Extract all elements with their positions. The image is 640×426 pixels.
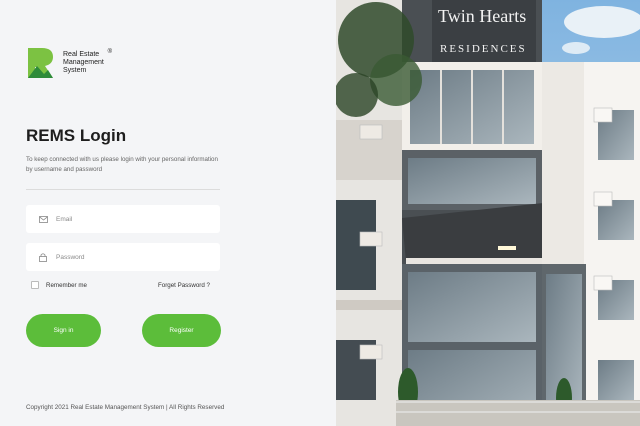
registered-mark: ® (107, 49, 112, 55)
lock-icon (38, 252, 48, 262)
divider (26, 189, 220, 190)
login-subtitle: To keep connected with us please login w… (26, 156, 218, 173)
residence-illustration: Twin Hearts RESIDENCES (336, 0, 640, 426)
email-input[interactable] (56, 215, 206, 223)
hero-sign-line-2: RESIDENCES (440, 43, 527, 55)
remember-label: Remember me (46, 281, 87, 289)
sign-in-button[interactable]: Sign in (26, 314, 101, 347)
page-title: REMS Login (26, 126, 127, 145)
brand-line-2: Management (63, 59, 104, 66)
password-field[interactable] (26, 243, 220, 271)
forgot-password-link[interactable]: Forget Password ? (158, 282, 210, 289)
brand-line-1: Real Estate (63, 51, 100, 58)
hero-sign-line-1: Twin Hearts (438, 6, 526, 26)
register-button[interactable]: Register (142, 314, 221, 347)
email-field[interactable] (26, 205, 220, 233)
brand-name: Real Estate Management System ® (63, 49, 112, 75)
remember-checkbox[interactable] (31, 281, 39, 289)
remember-me[interactable]: Remember me (31, 281, 87, 289)
password-input[interactable] (56, 253, 206, 261)
brand-line-3: System (63, 67, 87, 74)
rems-logo-icon (28, 48, 53, 78)
building-hero-image: Twin Hearts RESIDENCES (336, 0, 640, 426)
copyright: Copyright 2021 Real Estate Management Sy… (26, 404, 225, 411)
brand: Real Estate Management System ® (26, 46, 112, 80)
login-panel: Real Estate Management System ® REMS Log… (0, 0, 336, 426)
envelope-icon (38, 214, 48, 224)
